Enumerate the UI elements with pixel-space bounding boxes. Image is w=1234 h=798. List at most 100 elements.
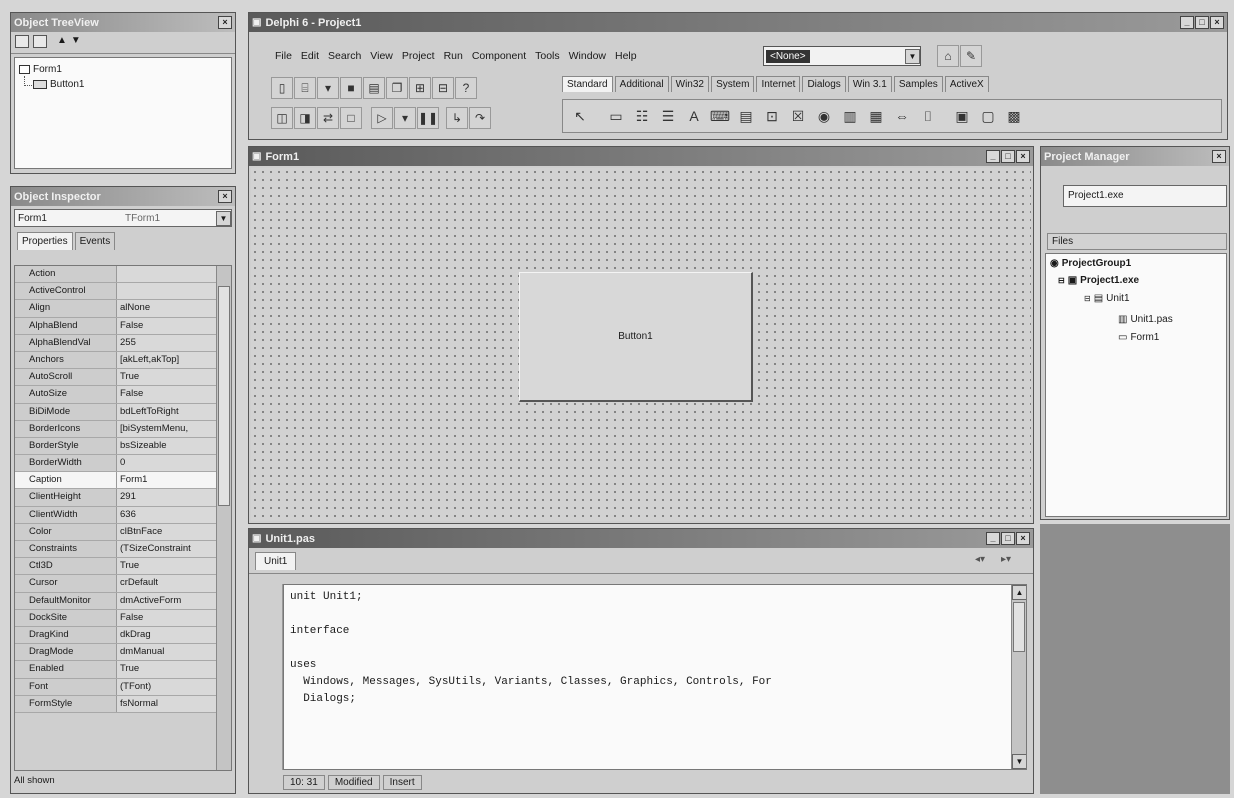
property-value[interactable]: dmActiveForm — [117, 592, 231, 609]
arrow-down-icon[interactable]: ▼ — [71, 35, 81, 50]
code-line[interactable]: interface — [290, 623, 1020, 640]
code-line[interactable] — [290, 606, 1020, 623]
property-row[interactable]: DragKind dkDrag — [15, 626, 231, 645]
property-value[interactable]: alNone — [117, 300, 231, 317]
menu-run[interactable]: Run — [444, 50, 463, 62]
radiogroup-icon[interactable]: ▣ — [949, 104, 975, 128]
property-value[interactable]: True — [117, 558, 231, 575]
delete-icon[interactable] — [15, 35, 29, 48]
property-row[interactable]: AlphaBlendVal 255 — [15, 334, 231, 352]
property-row[interactable]: DefaultMonitor dmActiveForm — [15, 592, 231, 610]
property-value[interactable]: [biSystemMenu, — [117, 420, 231, 437]
chevron-down-icon[interactable]: ▼ — [905, 48, 920, 64]
code-line[interactable]: Windows, Messages, SysUtils, Variants, C… — [290, 674, 1020, 691]
scroll-thumb[interactable] — [1013, 602, 1025, 652]
component-selector[interactable]: Form1 TForm1 ▼ — [14, 209, 232, 227]
groupbox-icon[interactable]: ⌷ — [915, 104, 941, 128]
editor-titlebar[interactable]: ▣ Unit1.pas _ □ × — [249, 529, 1033, 548]
run-dropdown-icon[interactable]: ▾ — [394, 107, 416, 129]
property-value[interactable]: 291 — [117, 489, 231, 506]
property-row[interactable]: Cursor crDefault — [15, 575, 231, 593]
tree-item-project1[interactable]: ⊟ ▣ Project1.exe — [1058, 275, 1139, 286]
menu-search[interactable]: Search — [328, 50, 361, 62]
open-icon[interactable]: ⌸ — [294, 77, 316, 99]
code-area[interactable]: unit Unit1; interface uses Windows, Messag… — [283, 584, 1027, 770]
label-icon[interactable]: A — [681, 104, 707, 128]
menu-window[interactable]: Window — [569, 50, 606, 62]
form-titlebar[interactable]: ▣ Form1 _ □ × — [249, 147, 1033, 166]
property-row[interactable]: ActiveControl — [15, 283, 231, 301]
property-value[interactable]: fsNormal — [117, 695, 231, 712]
menu-tools[interactable]: Tools — [535, 50, 560, 62]
maximize-icon[interactable]: □ — [1001, 532, 1015, 545]
form-button1[interactable]: Button1 — [519, 272, 753, 402]
maximize-icon[interactable]: □ — [1001, 150, 1015, 163]
checkbox-icon[interactable]: ☒ — [785, 104, 811, 128]
tab-activex[interactable]: ActiveX — [944, 76, 989, 92]
property-value[interactable]: [akLeft,akTop] — [117, 351, 231, 369]
property-value[interactable] — [117, 283, 231, 300]
set-debug-desktop-icon[interactable]: ✎ — [960, 45, 982, 67]
menu-component[interactable]: Component — [472, 50, 526, 62]
property-value[interactable]: True — [117, 369, 231, 386]
tree-item-unit1-pas[interactable]: ▥ Unit1.pas — [1118, 314, 1173, 325]
trace-into-icon[interactable]: ↳ — [446, 107, 468, 129]
property-row[interactable]: Ctl3D True — [15, 558, 231, 576]
property-row[interactable]: BiDiMode bdLeftToRight — [15, 403, 231, 421]
panel-icon[interactable]: ▢ — [975, 104, 1001, 128]
add-file-icon[interactable]: ⊞ — [409, 77, 431, 99]
minimize-icon[interactable]: _ — [1180, 16, 1194, 29]
scroll-thumb[interactable] — [218, 286, 230, 506]
listbox-icon[interactable]: ▥ — [837, 104, 863, 128]
save-icon[interactable]: ■ — [340, 77, 362, 99]
tree-item-form1[interactable]: Form1 — [19, 64, 62, 75]
save-desktop-icon[interactable]: ⌂ — [937, 45, 959, 67]
tab-standard[interactable]: Standard — [562, 76, 613, 92]
expand-icon[interactable]: ⊟ — [1058, 276, 1065, 285]
property-row[interactable]: AutoSize False — [15, 386, 231, 404]
property-value[interactable]: 636 — [117, 506, 231, 523]
close-icon[interactable]: × — [1016, 532, 1030, 545]
tab-samples[interactable]: Samples — [893, 76, 943, 92]
property-row[interactable]: Action — [15, 266, 231, 284]
radiobutton-icon[interactable]: ◉ — [811, 104, 837, 128]
menu-view[interactable]: View — [370, 50, 393, 62]
form-canvas[interactable]: Button1 — [251, 168, 1031, 521]
arrow-up-icon[interactable]: ▲ — [57, 35, 67, 50]
step-over-icon[interactable]: ↷ — [469, 107, 491, 129]
tab-system[interactable]: System — [711, 76, 755, 92]
code-vscrollbar[interactable]: ▲ ▼ — [1011, 585, 1026, 769]
tree-item-unit1[interactable]: ⊟ ▤ Unit1 — [1084, 293, 1130, 304]
code-line[interactable] — [290, 640, 1020, 657]
mainmenu-icon[interactable]: ☷ — [629, 104, 655, 128]
reopen-icon[interactable]: ▾ — [317, 77, 339, 99]
scroll-up-icon[interactable]: ▲ — [1012, 585, 1026, 600]
property-row[interactable]: Constraints (TSizeConstraint — [15, 541, 231, 559]
view-unit-icon[interactable]: ◫ — [271, 107, 293, 129]
expand-icon[interactable]: ⊟ — [1084, 294, 1091, 303]
pause-icon[interactable]: ❚❚ — [417, 107, 439, 129]
property-value[interactable]: (TSizeConstraint — [117, 541, 231, 558]
property-value[interactable]: Form1 — [117, 472, 231, 489]
close-icon[interactable]: × — [1016, 150, 1030, 163]
close-icon[interactable]: × — [1210, 16, 1224, 29]
combobox-icon[interactable]: ▦ — [863, 104, 889, 128]
property-value[interactable]: (TFont) — [117, 678, 231, 695]
property-row[interactable]: Font (TFont) — [15, 678, 231, 696]
remove-file-icon[interactable]: ⊟ — [432, 77, 454, 99]
menu-help[interactable]: Help — [615, 50, 637, 62]
pointer-icon[interactable]: ↖ — [567, 104, 593, 128]
actionlist-icon[interactable]: ▩ — [1001, 104, 1027, 128]
property-row[interactable]: BorderIcons [biSystemMenu, — [15, 420, 231, 438]
property-value[interactable]: 0 — [117, 455, 231, 472]
minimize-icon[interactable]: _ — [986, 532, 1000, 545]
nav-forward-icon[interactable]: ▸▾ — [1001, 554, 1011, 565]
menu-project[interactable]: Project — [402, 50, 435, 62]
button-icon[interactable]: ⊡ — [759, 104, 785, 128]
help-icon[interactable]: ? — [455, 77, 477, 99]
property-row[interactable]: DragMode dmManual — [15, 644, 231, 662]
desktop-select[interactable]: <None> ▼ — [763, 46, 921, 66]
code-line[interactable]: unit Unit1; — [290, 589, 1020, 606]
property-row[interactable]: Enabled True — [15, 661, 231, 679]
property-scrollbar[interactable] — [216, 266, 231, 770]
